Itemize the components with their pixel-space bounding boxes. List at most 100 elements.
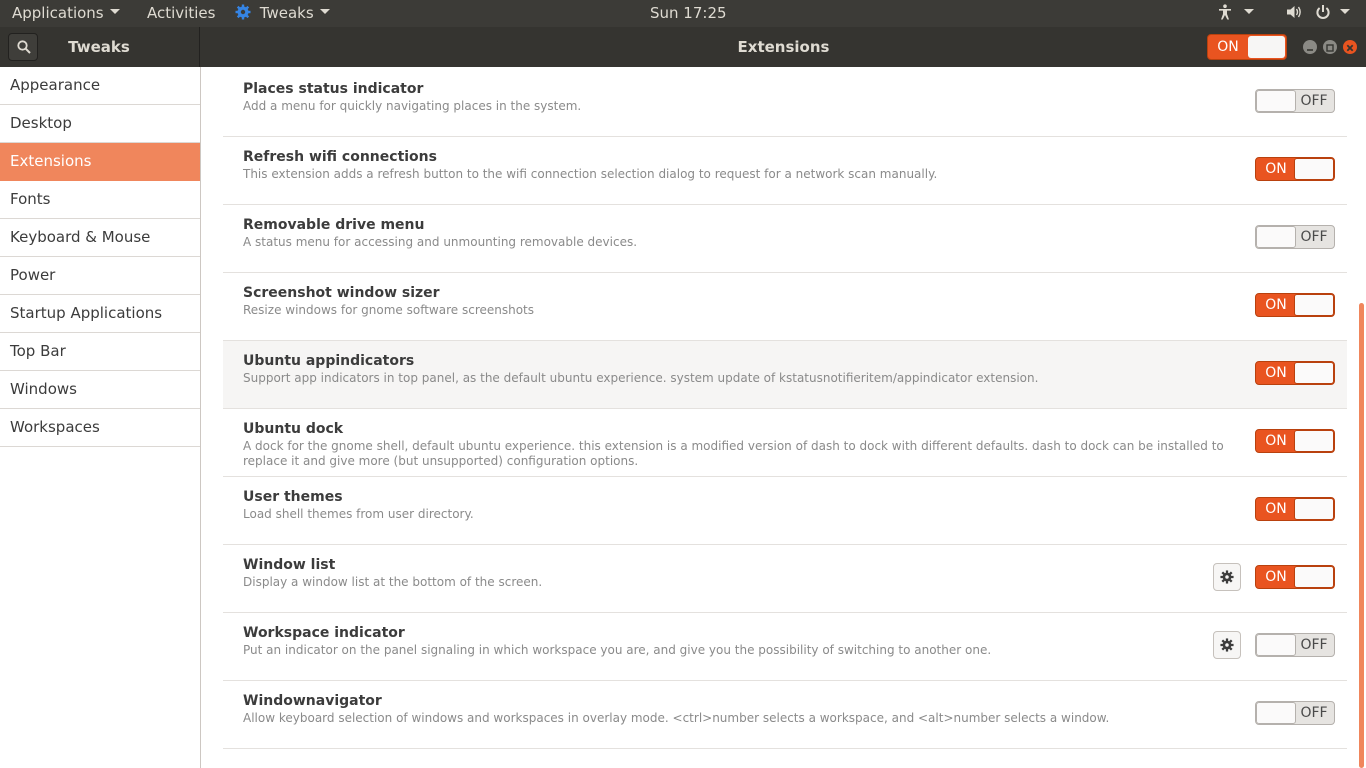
switch-label: ON bbox=[1265, 161, 1287, 177]
minimize-icon bbox=[1307, 49, 1313, 51]
switch-label: ON bbox=[1217, 39, 1239, 55]
clock[interactable]: Sun 17:25 bbox=[650, 0, 727, 27]
applications-menu[interactable]: Applications bbox=[12, 0, 120, 27]
extension-description: Support app indicators in top panel, as … bbox=[243, 371, 1039, 385]
extension-title: Windownavigator bbox=[243, 693, 382, 709]
extension-description: Allow keyboard selection of windows and … bbox=[243, 711, 1110, 725]
switch-label: ON bbox=[1265, 365, 1287, 381]
switch-label: ON bbox=[1265, 433, 1287, 449]
extension-row: Refresh wifi connections This extension a… bbox=[223, 137, 1347, 205]
extension-description: Resize windows for gnome software screen… bbox=[243, 303, 535, 317]
extension-row: User themes Load shell themes from user d… bbox=[223, 477, 1347, 545]
search-icon bbox=[17, 40, 31, 54]
accessibility-menu[interactable] bbox=[1218, 0, 1254, 27]
switch-label: OFF bbox=[1300, 229, 1328, 245]
app-menu[interactable]: Tweaks bbox=[235, 0, 330, 27]
app-name-label: Tweaks bbox=[259, 4, 314, 22]
scrollbar[interactable] bbox=[1359, 303, 1364, 768]
extensions-global-switch[interactable]: ON bbox=[1207, 34, 1287, 60]
extension-toggle[interactable]: ON bbox=[1255, 429, 1335, 453]
extension-toggle[interactable]: ON bbox=[1255, 497, 1335, 521]
sidebar: Appearance Desktop Extensions Fonts Keyb… bbox=[0, 67, 201, 768]
switch-knob bbox=[1294, 362, 1334, 384]
switch-knob bbox=[1256, 634, 1296, 656]
extension-row: Windownavigator Allow keyboard selection … bbox=[223, 681, 1347, 749]
extension-row: Window list Display a window list at the … bbox=[223, 545, 1347, 613]
extension-toggle[interactable]: ON bbox=[1255, 565, 1335, 589]
switch-knob bbox=[1256, 90, 1296, 112]
extension-row: Ubuntu dock A dock for the gnome shell, d… bbox=[223, 409, 1347, 477]
sidebar-item-desktop[interactable]: Desktop bbox=[0, 105, 200, 143]
header-bar: Tweaks Extensions ON bbox=[0, 27, 1366, 67]
switch-knob bbox=[1248, 36, 1285, 58]
close-icon bbox=[1346, 44, 1354, 52]
extension-toggle[interactable]: ON bbox=[1255, 157, 1335, 181]
extension-title: User themes bbox=[243, 489, 343, 505]
chevron-down-icon bbox=[109, 9, 120, 14]
maximize-button[interactable] bbox=[1323, 40, 1337, 54]
gear-icon bbox=[1220, 570, 1234, 584]
accessibility-icon bbox=[1219, 3, 1231, 19]
extension-description: A dock for the gnome shell, default ubun… bbox=[243, 439, 1224, 468]
switch-label: OFF bbox=[1300, 93, 1328, 109]
extension-title: Workspace indicator bbox=[243, 625, 405, 641]
power-icon bbox=[1316, 4, 1330, 19]
extension-toggle[interactable]: ON bbox=[1255, 293, 1335, 317]
switch-knob bbox=[1294, 566, 1334, 588]
extension-toggle[interactable]: ON bbox=[1255, 361, 1335, 385]
switch-knob bbox=[1256, 702, 1296, 724]
top-panel: Applications Activities Tweaks Sun 17:25 bbox=[0, 0, 1366, 27]
extension-row: Screenshot window sizer Resize windows fo… bbox=[223, 273, 1347, 341]
page-title: Extensions bbox=[737, 38, 830, 56]
switch-label: ON bbox=[1265, 501, 1287, 517]
sidebar-item-fonts[interactable]: Fonts bbox=[0, 181, 200, 219]
sidebar-item-keyboard-mouse[interactable]: Keyboard & Mouse bbox=[0, 219, 200, 257]
extension-description: This extension adds a refresh button to … bbox=[243, 167, 938, 181]
sidebar-item-windows[interactable]: Windows bbox=[0, 371, 200, 409]
sidebar-item-power[interactable]: Power bbox=[0, 257, 200, 295]
extension-toggle[interactable]: OFF bbox=[1255, 701, 1335, 725]
system-menu[interactable] bbox=[1286, 0, 1350, 27]
extension-toggle[interactable]: OFF bbox=[1255, 633, 1335, 657]
extension-description: Put an indicator on the panel signaling … bbox=[243, 643, 992, 657]
sidebar-item-appearance[interactable]: Appearance bbox=[0, 67, 200, 105]
minimize-button[interactable] bbox=[1303, 40, 1317, 54]
extension-title: Screenshot window sizer bbox=[243, 285, 440, 301]
extension-settings-button[interactable] bbox=[1213, 631, 1241, 659]
applications-label: Applications bbox=[12, 4, 104, 22]
switch-label: ON bbox=[1265, 569, 1287, 585]
chevron-down-icon bbox=[319, 9, 330, 14]
extension-settings-button[interactable] bbox=[1213, 563, 1241, 591]
sidebar-item-startup-applications[interactable]: Startup Applications bbox=[0, 295, 200, 333]
extension-title: Removable drive menu bbox=[243, 217, 425, 233]
extension-title: Refresh wifi connections bbox=[243, 149, 437, 165]
sidebar-item-extensions[interactable]: Extensions bbox=[0, 143, 200, 181]
switch-label: ON bbox=[1265, 297, 1287, 313]
switch-label: OFF bbox=[1300, 637, 1328, 653]
switch-label: OFF bbox=[1300, 705, 1328, 721]
volume-icon bbox=[1287, 5, 1301, 18]
close-button[interactable] bbox=[1343, 40, 1357, 54]
activities-button[interactable]: Activities bbox=[147, 0, 215, 27]
extension-title: Places status indicator bbox=[243, 81, 424, 97]
extension-title: Window list bbox=[243, 557, 336, 573]
extension-description: Load shell themes from user directory. bbox=[243, 507, 474, 521]
sidebar-header: Tweaks bbox=[0, 27, 200, 67]
extension-toggle[interactable]: OFF bbox=[1255, 89, 1335, 113]
extensions-list: Places status indicator Add a menu for qu… bbox=[201, 67, 1366, 768]
extension-description: Display a window list at the bottom of t… bbox=[243, 575, 543, 589]
extension-row: Workspace indicator Put an indicator on t… bbox=[223, 613, 1347, 681]
maximize-icon bbox=[1326, 44, 1334, 52]
sidebar-item-workspaces[interactable]: Workspaces bbox=[0, 409, 200, 447]
switch-knob bbox=[1294, 294, 1334, 316]
chevron-down-icon bbox=[1244, 9, 1254, 14]
sidebar-item-top-bar[interactable]: Top Bar bbox=[0, 333, 200, 371]
extension-description: A status menu for accessing and unmounti… bbox=[243, 235, 638, 249]
extension-toggle[interactable]: OFF bbox=[1255, 225, 1335, 249]
switch-knob bbox=[1294, 158, 1334, 180]
tweaks-gear-icon bbox=[235, 4, 251, 19]
search-button[interactable] bbox=[8, 33, 38, 61]
switch-knob bbox=[1294, 498, 1334, 520]
extension-title: Ubuntu appindicators bbox=[243, 353, 415, 369]
extension-row: Removable drive menu A status menu for ac… bbox=[223, 205, 1347, 273]
